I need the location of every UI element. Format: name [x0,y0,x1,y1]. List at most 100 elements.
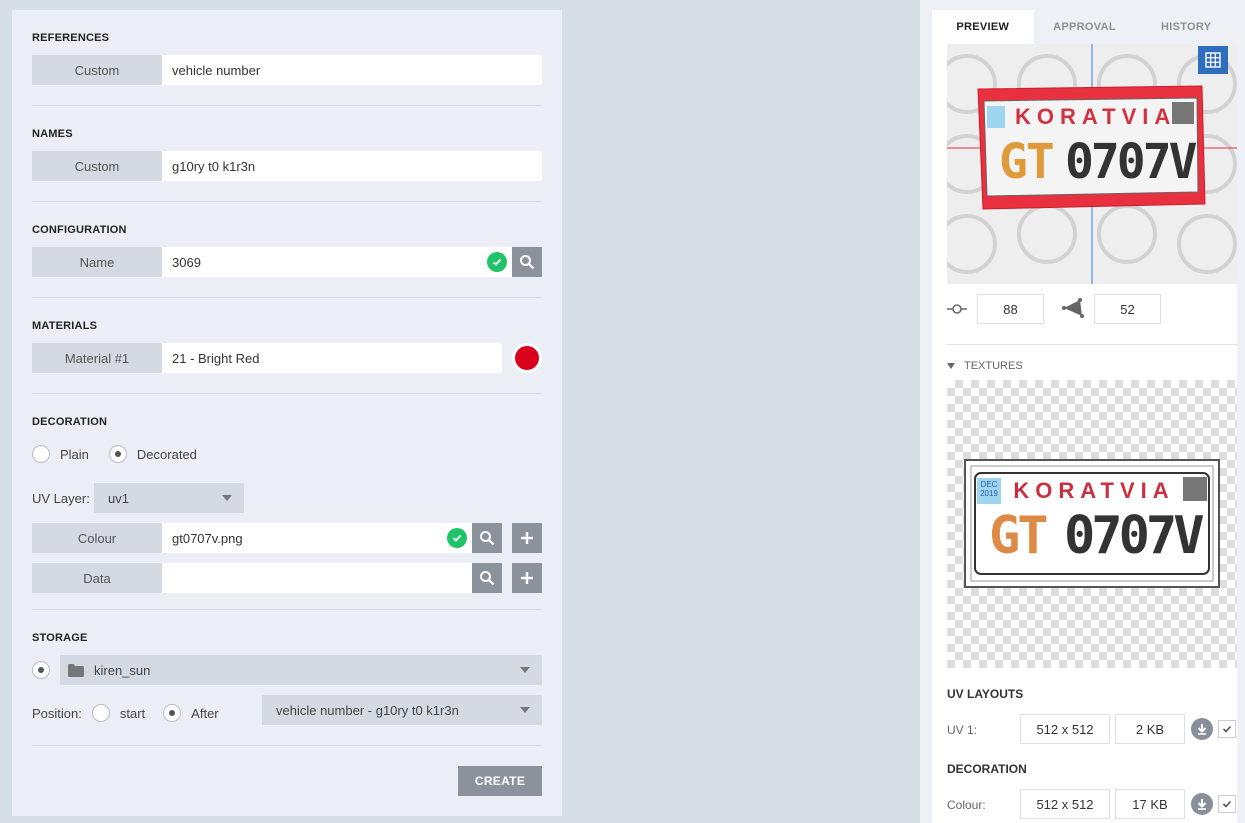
colour-download-button[interactable] [1191,793,1213,815]
radio-decorated[interactable] [108,445,127,463]
checkmark-icon [1222,800,1232,808]
decoration-panel-title: DECORATION [947,762,1027,776]
divider [32,393,542,394]
polygon-icon [1062,298,1084,318]
texture-plate-top-text: KORATVIA [1013,478,1175,503]
textures-header[interactable]: TEXTURES [947,360,1023,372]
materials-title: MATERIALS [32,320,98,332]
plus-icon [521,572,533,584]
caret-down-icon [520,667,530,673]
grid-icon [1205,52,1221,68]
search-icon [480,531,495,546]
uv1-filesize: 2 KB [1115,714,1185,744]
grid-toggle-button[interactable] [1198,46,1228,74]
collapse-arrow-icon [947,363,955,369]
data-search-button[interactable] [472,563,502,593]
divider [32,201,542,202]
vertices-count: 88 [977,294,1044,324]
references-type-label[interactable]: Custom [32,55,162,85]
textures-title: TEXTURES [964,360,1023,372]
uv1-download-button[interactable] [1191,718,1213,740]
plate-badge-month: DEC [980,480,998,489]
configuration-title: CONFIGURATION [32,224,127,236]
decoration-section: DECORATION Plain Decorated UV Layer: uv1… [32,416,542,606]
names-title: NAMES [32,128,73,140]
names-type-label[interactable]: Custom [32,151,162,181]
tab-preview[interactable]: PREVIEW [932,10,1034,44]
tab-approval[interactable]: APPROVAL [1034,10,1136,44]
uv-layer-label: UV Layer: [32,491,90,506]
download-icon [1197,724,1207,735]
uv-layouts-title: UV LAYOUTS [947,687,1024,701]
radio-start-label: start [119,705,146,721]
radio-after[interactable] [163,704,182,722]
divider [32,105,542,106]
create-button[interactable]: CREATE [458,766,542,796]
download-icon [1197,799,1207,810]
valid-check-icon [447,528,467,548]
colour-value: gt0707v.png [172,530,243,546]
tab-history[interactable]: HISTORY [1135,10,1237,44]
colour-label: Colour [32,523,162,553]
colour-search-button[interactable] [472,523,502,553]
material-input[interactable]: 21 - Bright Red [162,343,502,373]
asset-form: REFERENCES Custom vehicle number NAMES C… [12,10,562,816]
folder-icon [68,663,84,677]
divider [32,297,542,298]
configuration-input[interactable]: 3069 [162,247,512,277]
divider [947,344,1237,345]
caret-down-icon [222,495,232,501]
colour-checkbox[interactable] [1218,795,1236,813]
uv1-checkbox[interactable] [1218,720,1236,738]
polygons-count: 52 [1094,294,1161,324]
uv1-size: 512 x 512 [1020,714,1110,744]
plate-top-text: KORATVIA [1015,104,1177,129]
data-add-button[interactable] [512,563,542,593]
plus-icon [521,532,533,544]
valid-check-icon [487,252,507,272]
plate-badge-year: 2019 [980,489,998,498]
names-input[interactable]: g10ry t0 k1r3n [162,151,542,181]
references-title: REFERENCES [32,32,110,44]
material-label: Material #1 [32,343,162,373]
colour-panel-label: Colour: [947,798,986,812]
uv-layer-value: uv1 [108,490,129,506]
data-input[interactable] [162,563,472,593]
caret-down-icon [520,707,530,713]
radio-plain-label: Plain [60,446,89,462]
position-label: Position: [32,705,82,721]
texture-preview[interactable]: DEC 2019 KORATVIA GT 0707V [947,380,1237,668]
radio-after-label: After [191,705,219,721]
storage-folder-value: kiren_sun [94,662,151,678]
uv-layer-select[interactable]: uv1 [94,483,244,513]
divider [32,745,542,746]
texture-plate-left-text: GT [989,506,1049,566]
material-color-swatch[interactable] [512,343,542,373]
vertex-icon [947,304,967,314]
position-after-select[interactable]: vehicle number - g10ry t0 k1r3n [262,695,542,725]
configuration-name-label: Name [32,247,162,277]
preview-viewport[interactable]: KORATVIA GT 0707V [947,44,1237,284]
colour-input[interactable]: gt0707v.png [162,523,472,553]
radio-plain[interactable] [32,445,50,463]
radio-start[interactable] [91,704,110,722]
search-icon [480,571,495,586]
storage-folder-select[interactable]: kiren_sun [60,655,542,685]
colour-size: 512 x 512 [1020,789,1110,819]
divider [32,609,542,610]
right-panel: PREVIEW APPROVAL HISTORY KORATVIA GT 070… [920,0,1245,823]
panel-tabs: PREVIEW APPROVAL HISTORY [932,10,1237,44]
radio-storage-folder[interactable] [32,661,50,679]
plate-right-text: 0707V [1065,134,1197,190]
storage-title: STORAGE [32,632,88,644]
configuration-value: 3069 [172,254,201,270]
storage-section: STORAGE kiren_sun Position: start After … [32,632,542,752]
decoration-title: DECORATION [32,416,108,428]
references-input[interactable]: vehicle number [162,55,542,85]
configuration-search-button[interactable] [512,247,542,277]
uv1-label: UV 1: [947,723,978,737]
colour-add-button[interactable] [512,523,542,553]
radio-decorated-label: Decorated [136,446,197,462]
data-label: Data [32,563,162,593]
color-swatch-fill [515,346,539,370]
